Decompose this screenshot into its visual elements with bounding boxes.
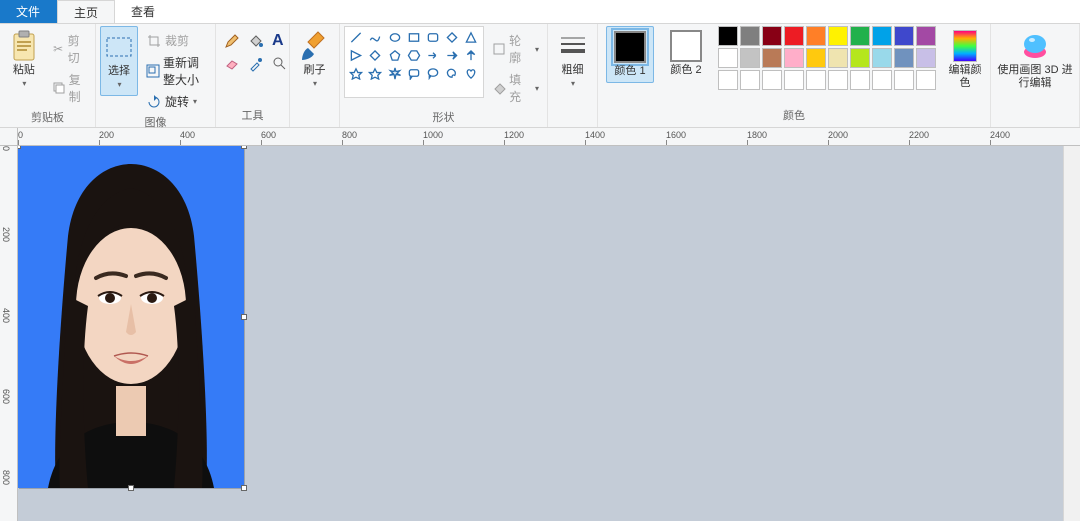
ruler-corner [0, 128, 18, 146]
group-size: 粗细▾ [548, 24, 598, 127]
color-swatch[interactable] [916, 48, 936, 68]
resize-handle[interactable] [241, 314, 247, 320]
color2-button[interactable]: 颜色 2 [662, 26, 710, 81]
resize-handle[interactable] [128, 485, 134, 491]
rotate-icon [146, 94, 162, 110]
color-swatch[interactable] [828, 48, 848, 68]
copy-button[interactable]: 复制 [48, 69, 91, 107]
color-swatch[interactable] [806, 70, 826, 90]
color-swatch[interactable] [784, 48, 804, 68]
paste-label: 粘贴 [13, 64, 35, 77]
color-swatch[interactable] [894, 48, 914, 68]
color-swatch[interactable] [762, 70, 782, 90]
color2-well [670, 30, 702, 62]
edit-colors-button[interactable]: 编辑颜色 [944, 26, 986, 94]
color1-button[interactable]: 颜色 1 [606, 26, 654, 83]
lines-icon [557, 30, 589, 62]
group-colors: 颜色 1 颜色 2 编辑颜色 颜色 [598, 24, 991, 127]
color-swatch[interactable] [762, 48, 782, 68]
color-swatch[interactable] [762, 26, 782, 46]
color-swatch[interactable] [784, 26, 804, 46]
group-tools-label: 工具 [220, 105, 285, 127]
group-colors-label: 颜色 [602, 105, 986, 127]
color1-well [614, 31, 646, 63]
color-swatch[interactable] [806, 48, 826, 68]
crop-button[interactable]: 裁剪 [142, 30, 211, 51]
color-swatch[interactable] [872, 48, 892, 68]
color-swatch[interactable] [850, 26, 870, 46]
color-swatch[interactable] [740, 26, 760, 46]
eraser-icon[interactable] [224, 56, 240, 72]
tab-bar: 文件 主页 查看 [0, 0, 1080, 24]
brush-icon [298, 30, 330, 62]
group-shapes: 轮廓▾ 填充▾ 形状 [340, 24, 548, 127]
color-swatch[interactable] [806, 26, 826, 46]
select-rect-icon [103, 31, 135, 63]
eyedropper-icon[interactable] [248, 56, 264, 72]
color-swatch[interactable] [850, 48, 870, 68]
resize-handle[interactable] [241, 485, 247, 491]
text-icon[interactable]: A [272, 32, 284, 50]
group-shapes-label: 形状 [344, 107, 543, 129]
crop-icon [146, 33, 162, 49]
outline-icon [492, 41, 507, 57]
vertical-scrollbar[interactable] [1063, 146, 1080, 521]
color-swatch[interactable] [916, 26, 936, 46]
paint3d-icon [1019, 30, 1051, 62]
color-swatch[interactable] [872, 70, 892, 90]
color-swatch[interactable] [894, 26, 914, 46]
size-button[interactable]: 粗细▾ [552, 26, 593, 94]
group-brush: 刷子▾ [290, 24, 340, 127]
scissors-icon: ✂ [52, 41, 65, 57]
canvas-viewport[interactable] [18, 146, 1080, 521]
work-area: 0200400600800100012001400160018002000220… [0, 128, 1080, 521]
ruler-vertical: 0200400600800 [0, 146, 18, 521]
color-swatch[interactable] [740, 70, 760, 90]
magnifier-icon[interactable] [272, 56, 288, 72]
rotate-button[interactable]: 旋转▾ [142, 91, 211, 112]
clipboard-icon [8, 30, 40, 62]
color-swatch[interactable] [894, 70, 914, 90]
color-swatch[interactable] [850, 70, 870, 90]
color-swatch[interactable] [828, 70, 848, 90]
color-swatch[interactable] [828, 26, 848, 46]
fill-button[interactable]: 填充▾ [488, 69, 544, 107]
color-swatch[interactable] [718, 26, 738, 46]
ruler-horizontal: 0200400600800100012001400160018002000220… [18, 128, 1080, 146]
cut-button[interactable]: ✂ 剪切 [48, 30, 91, 68]
bucket-icon[interactable] [248, 32, 264, 50]
tab-home[interactable]: 主页 [57, 0, 115, 23]
canvas-image[interactable] [18, 146, 244, 488]
fill-icon [492, 80, 507, 96]
copy-icon [52, 80, 66, 96]
resize-button[interactable]: 重新调整大小 [142, 52, 211, 90]
resize-icon [146, 63, 160, 79]
group-clipboard: 粘贴 ▾ ✂ 剪切 复制 剪贴板 [0, 24, 96, 127]
ribbon: 粘贴 ▾ ✂ 剪切 复制 剪贴板 [0, 24, 1080, 128]
paint3d-button[interactable]: 使用画图 3D 进行编辑 [995, 26, 1075, 94]
tab-view[interactable]: 查看 [115, 0, 172, 23]
paste-button[interactable]: 粘贴 ▾ [4, 26, 44, 92]
group-clipboard-label: 剪贴板 [4, 107, 91, 129]
color-palette[interactable] [718, 26, 936, 90]
tab-file[interactable]: 文件 [0, 0, 57, 23]
outline-button[interactable]: 轮廓▾ [488, 30, 544, 68]
select-button[interactable]: 选择▾ [100, 26, 138, 96]
resize-handle[interactable] [18, 146, 21, 149]
group-p3d: 使用画图 3D 进行编辑 [991, 24, 1080, 127]
brush-button[interactable]: 刷子▾ [294, 26, 335, 94]
pencil-icon[interactable] [224, 32, 240, 50]
shapes-gallery[interactable] [344, 26, 484, 98]
resize-handle[interactable] [241, 146, 247, 149]
color-swatch[interactable] [784, 70, 804, 90]
color-swatch[interactable] [718, 70, 738, 90]
color-swatch[interactable] [916, 70, 936, 90]
group-image: 选择▾ 裁剪 重新调整大小 [96, 24, 216, 127]
color-swatch[interactable] [872, 26, 892, 46]
color-swatch[interactable] [718, 48, 738, 68]
group-tools: A 工具 [216, 24, 290, 127]
color-swatch[interactable] [740, 48, 760, 68]
spectrum-icon [953, 30, 977, 62]
